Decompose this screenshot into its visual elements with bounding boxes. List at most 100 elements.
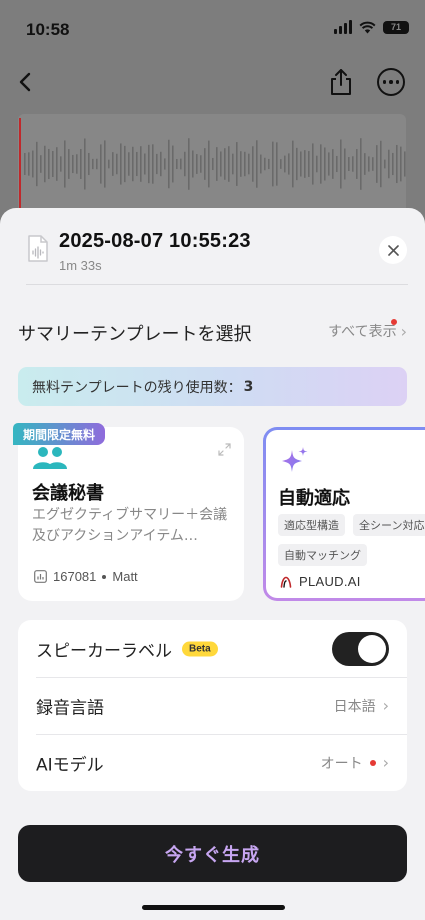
waveform-bar	[340, 139, 342, 189]
home-indicator	[142, 905, 285, 910]
waveform-bar	[120, 143, 122, 185]
share-icon[interactable]	[326, 66, 356, 98]
waveform-bar	[356, 149, 358, 179]
waveform-bar	[316, 155, 318, 173]
waveform-bar	[248, 153, 250, 175]
waveform-bar	[240, 151, 242, 177]
waveform-bar	[360, 138, 362, 190]
speaker-label-toggle[interactable]	[332, 631, 389, 666]
template-card-auto-adapt[interactable]: 自動適応 適応型構造 全シーン対応 自動マッチング PLAUD.AI	[263, 427, 425, 601]
recording-language-value: 日本語	[333, 698, 376, 715]
waveform-bar	[276, 142, 278, 186]
template-author: Matt	[112, 569, 138, 584]
close-button[interactable]	[379, 236, 407, 264]
chevron-right-icon: ›	[400, 321, 407, 341]
waveform-bar	[300, 151, 302, 177]
waveform-bar	[328, 152, 330, 176]
quota-label: 無料テンプレートの残り使用数：	[32, 379, 242, 396]
waveform-bar	[32, 150, 34, 178]
waveform-bar	[244, 151, 246, 177]
waveform-bar	[368, 156, 370, 172]
waveform-bar	[164, 158, 166, 170]
wifi-icon	[359, 21, 376, 33]
template-description: エグゼクティブサマリー＋会議及びアクションアイテム…	[32, 507, 228, 544]
waveform-bar	[376, 145, 378, 183]
waveform-bar	[388, 149, 390, 179]
template-brand: PLAUD.AI	[280, 574, 361, 589]
waveform-bar	[292, 140, 294, 188]
waveform-bar	[344, 148, 346, 180]
waveform-bar	[68, 149, 70, 179]
waveform-bar	[40, 155, 42, 173]
waveform-bar	[380, 140, 382, 188]
template-title: 会議秘書	[32, 483, 104, 504]
more-options-icon[interactable]	[377, 68, 405, 96]
waveform-bar	[192, 150, 194, 178]
waveform-bar	[312, 143, 314, 185]
waveform-bar	[224, 148, 226, 180]
chevron-right-icon: ›	[382, 696, 389, 715]
waveform-bar	[96, 158, 98, 170]
recording-language-row[interactable]: 録音言語 日本語 ›	[18, 677, 407, 734]
free-template-quota: 無料テンプレートの残り使用数： 3	[18, 367, 407, 406]
ai-model-value-wrap: オート ›	[321, 753, 389, 773]
recording-language-label: 録音言語	[36, 698, 104, 718]
nav-bar	[0, 62, 425, 102]
waveform-bar	[100, 144, 102, 184]
waveform-bar	[156, 153, 158, 175]
waveform-bar	[212, 157, 214, 171]
waveform-bar	[332, 149, 334, 179]
people-icon	[33, 447, 67, 469]
speaker-label-text: スピーカーラベル	[36, 641, 172, 661]
waveform-bar	[228, 146, 230, 182]
status-time: 10:58	[26, 20, 70, 39]
show-all-label: すべて表示	[328, 324, 397, 340]
waveform-bar	[396, 144, 398, 184]
waveform-bar	[52, 151, 54, 177]
template-title: 自動適応	[278, 488, 350, 509]
waveform-bar	[196, 154, 198, 174]
waveform-bar	[172, 145, 174, 183]
status-icons: 71	[334, 20, 409, 34]
waveform-bar	[72, 154, 74, 174]
waveform-bar	[336, 155, 338, 173]
waveform-bar	[324, 147, 326, 181]
playhead[interactable]	[19, 118, 21, 218]
waveform-bar	[28, 152, 30, 176]
show-all-link[interactable]: すべて表示 ›	[328, 319, 407, 341]
waveform-bar	[152, 144, 154, 184]
waveform-bar	[220, 151, 222, 177]
waveform-bar	[352, 156, 354, 172]
waveform-bar	[232, 153, 234, 175]
waveform-bar	[60, 156, 62, 172]
waveform-bar	[128, 152, 130, 176]
waveform-bar	[160, 151, 162, 177]
waveform-bar	[76, 154, 78, 174]
waveform-bar	[236, 142, 238, 186]
waveform-bar	[116, 153, 118, 175]
waveform-bar	[216, 147, 218, 181]
beta-badge: Beta	[182, 641, 218, 656]
waveform-bar	[136, 151, 138, 177]
waveform-bar	[260, 154, 262, 174]
usage-count: 167081	[53, 569, 97, 584]
waveform-bar	[392, 152, 394, 176]
expand-icon[interactable]	[218, 443, 231, 456]
waveform-bar	[64, 140, 66, 188]
waveform-bar	[112, 152, 114, 176]
generate-now-button[interactable]: 今すぐ生成	[18, 825, 407, 882]
speaker-label-row: スピーカーラベル Beta	[18, 620, 407, 677]
ai-model-row[interactable]: AIモデル オート ›	[18, 734, 407, 791]
back-icon[interactable]	[14, 66, 38, 98]
waveform-bar	[84, 138, 86, 190]
template-card-meeting-secretary[interactable]: 会議秘書 エグゼクティブサマリー＋会議及びアクションアイテム… 167081 M…	[18, 427, 244, 601]
header-divider	[26, 284, 408, 285]
battery-icon: 71	[383, 20, 409, 34]
audio-file-icon	[28, 235, 48, 262]
waveform-bar	[348, 157, 350, 171]
waveform-bar	[268, 158, 270, 170]
speaker-label-row-label: スピーカーラベル Beta	[36, 636, 218, 661]
waveform-bar	[168, 139, 170, 189]
summary-bottom-sheet: 2025-08-07 10:55:23 1m 33s サマリーテンプレートを選択…	[0, 208, 425, 920]
waveform-bar	[200, 155, 202, 173]
